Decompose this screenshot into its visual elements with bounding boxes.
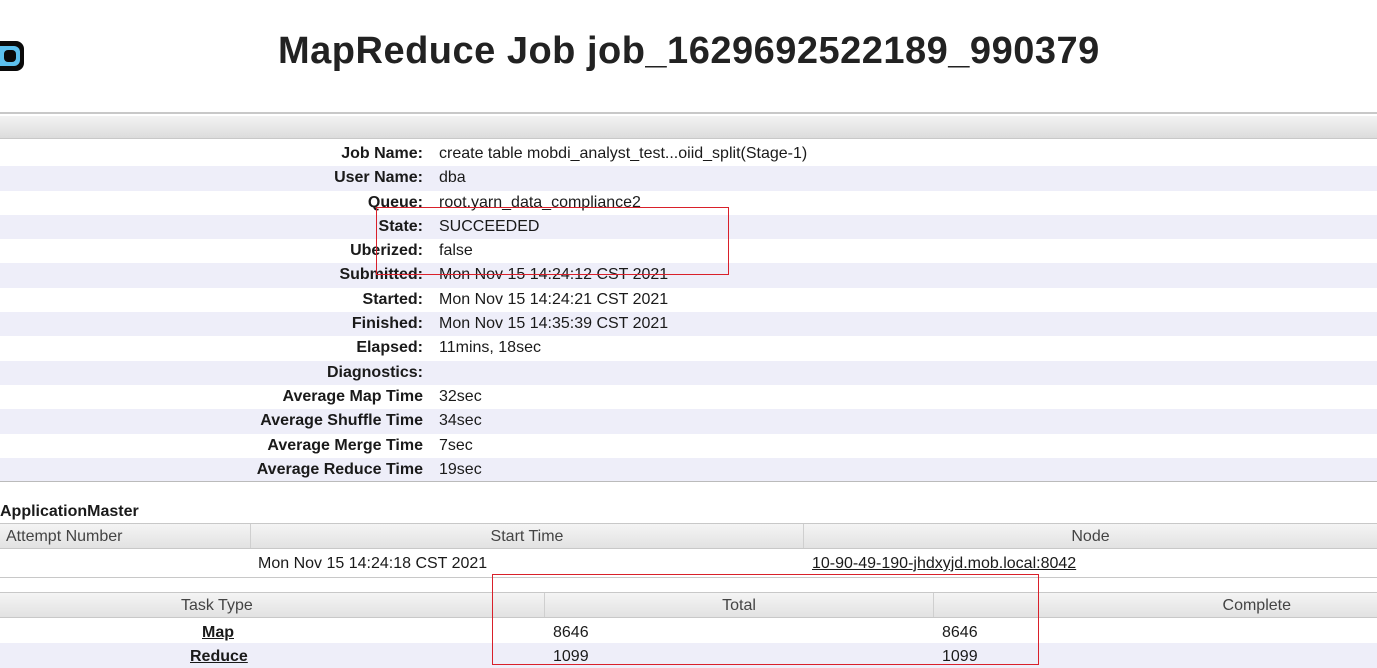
info-label: Diagnostics: [326,363,423,381]
job-overview-header-bar [0,116,1377,139]
info-label: Average Map Time [282,387,424,405]
application-master-title: ApplicationMaster [0,503,139,520]
am-node-link[interactable]: 10-90-49-190-jhdxyjd.mob.local:8042 [812,555,1076,573]
job-info-table: Job Name: create table mobdi_analyst_test… [0,142,1377,483]
am-start-time: Mon Nov 15 14:24:18 CST 2021 [258,555,488,572]
info-label: Average Merge Time [267,436,423,454]
info-label: Started: [362,290,423,308]
info-value: 34sec [439,412,482,430]
col-task-type[interactable]: Task Type [0,593,544,617]
info-label: Average Reduce Time [256,460,423,478]
info-row-user-name: User Name: dba [0,166,1377,191]
col-node[interactable]: Node [803,524,1377,548]
task-counts-highlight-box [492,574,1039,665]
header-divider [0,112,1377,114]
info-row-started: Started: Mon Nov 15 14:24:21 CST 2021 [0,288,1377,312]
info-value: 32sec [439,387,482,405]
info-label: Finished: [351,315,423,333]
info-row-finished: Finished: Mon Nov 15 14:35:39 CST 2021 [0,312,1377,337]
info-value: 7sec [439,436,473,454]
task-type-reduce-link[interactable]: Reduce [190,648,248,666]
info-value: Mon Nov 15 14:35:39 CST 2021 [439,315,669,333]
page-header: MapReduce Job job_1629692522189_990379 [0,0,1377,112]
info-value: 11mins, 18sec [439,339,541,357]
task-type-map-link[interactable]: Map [202,624,234,642]
info-row-elapsed: Elapsed: 11mins, 18sec [0,336,1377,360]
info-label: Average Shuffle Time [260,412,423,430]
info-label: User Name: [334,169,423,187]
col-start-time[interactable]: Start Time [250,524,803,548]
state-highlight-box [376,207,729,275]
page-title: MapReduce Job job_1629692522189_990379 [278,30,1100,72]
info-row-avg-shuffle-time: Average Shuffle Time 34sec [0,409,1377,434]
job-info-divider [0,481,1377,482]
info-value: create table mobdi_analyst_test...oiid_s… [439,145,808,162]
info-row-avg-merge-time: Average Merge Time 7sec [0,434,1377,458]
info-label: Job Name: [341,145,423,162]
info-row-avg-reduce-time: Average Reduce Time 19sec [0,457,1377,483]
info-value: Mon Nov 15 14:24:21 CST 2021 [439,290,669,308]
info-row-job-name: Job Name: create table mobdi_analyst_test… [0,142,1377,166]
info-row-diagnostics: Diagnostics: [0,360,1377,385]
hadoop-logo-icon [0,41,24,71]
info-label: Elapsed: [356,339,423,357]
info-row-avg-map-time: Average Map Time 32sec [0,385,1377,409]
info-value: dba [439,169,466,187]
col-attempt-number[interactable]: Attempt Number [0,524,250,548]
am-table-header: Attempt Number Start Time Node [0,523,1377,549]
info-value: 19sec [439,460,482,478]
